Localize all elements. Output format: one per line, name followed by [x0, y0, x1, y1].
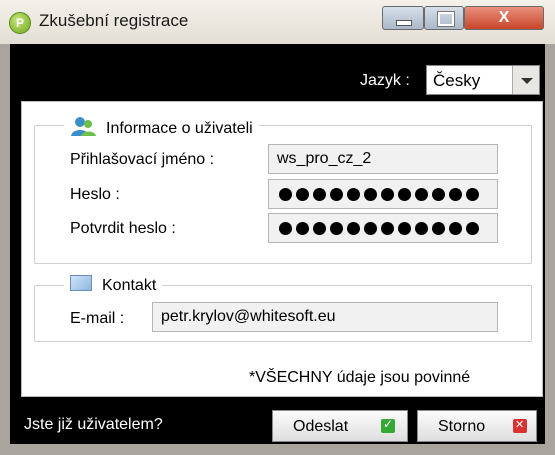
password-dot [313, 188, 326, 202]
login-value: ws_pro_cz_2 [277, 150, 372, 167]
user-icon [71, 117, 96, 136]
login-input[interactable]: ws_pro_cz_2 [268, 144, 498, 174]
confirm-password-label: Potvrdit heslo : [70, 220, 176, 237]
password-dot [330, 188, 343, 202]
language-selected-value: Česky [433, 71, 481, 90]
close-button[interactable]: X [464, 6, 544, 30]
password-dot [296, 222, 309, 236]
password-dot [449, 222, 462, 236]
language-label: Jazyk : [360, 72, 410, 89]
password-dot [432, 222, 445, 236]
password-mask [279, 186, 483, 204]
password-dot [449, 188, 462, 202]
user-info-title: Informace o uživateli [106, 120, 253, 137]
language-select[interactable]: Česky [426, 65, 540, 95]
password-dot [398, 188, 411, 202]
user-info-legend: Informace o uživateli [64, 115, 259, 138]
password-dot [415, 188, 428, 202]
title-bar[interactable]: P Zkušební registrace X [0, 0, 555, 44]
password-dot [415, 222, 428, 236]
contact-legend: Kontakt [64, 275, 163, 295]
password-label: Heslo : [70, 186, 120, 203]
send-button[interactable]: Odeslat [272, 410, 408, 442]
password-dot [364, 188, 377, 202]
email-value: petr.krylov@whitesoft.eu [161, 308, 336, 325]
password-dot [279, 188, 292, 202]
password-dot [347, 188, 360, 202]
check-icon [381, 417, 395, 433]
password-dot [313, 222, 326, 236]
password-dot [466, 222, 479, 236]
send-button-label: Odeslat [293, 418, 349, 435]
password-dot [466, 188, 479, 202]
confirm-password-input[interactable] [268, 213, 498, 243]
close-icon: X [498, 9, 510, 26]
registration-window: P Zkušební registrace X Jazyk : Česky In… [0, 0, 555, 455]
password-dot [279, 222, 292, 236]
password-dot [381, 222, 394, 236]
contact-title: Kontakt [102, 277, 157, 294]
maximize-icon [437, 11, 455, 27]
password-dot [347, 222, 360, 236]
email-label: E-mail : [70, 310, 125, 327]
required-note: *VŠECHNY údaje jsou povinné [249, 369, 471, 386]
password-input[interactable] [268, 179, 498, 209]
password-dot [432, 188, 445, 202]
cancel-button[interactable]: Storno [417, 410, 537, 442]
cancel-button-label: Storno [438, 418, 486, 435]
login-label: Přihlašovací jméno : [70, 151, 215, 168]
mail-icon [70, 275, 92, 291]
password-dot [330, 222, 343, 236]
password-dot [398, 222, 411, 236]
email-input[interactable]: petr.krylov@whitesoft.eu [152, 302, 498, 332]
password-dot [364, 222, 377, 236]
minimize-button[interactable] [382, 6, 424, 30]
window-title: Zkušební registrace [39, 11, 189, 30]
password-dot [296, 188, 309, 202]
password-dot [381, 188, 394, 202]
chevron-down-icon[interactable] [512, 66, 539, 94]
confirm-password-mask [279, 220, 483, 238]
app-logo-icon: P [9, 12, 31, 34]
already-user-link[interactable]: Jste již uživatelem? [24, 416, 163, 434]
minimize-icon [396, 20, 412, 26]
close-icon [513, 418, 527, 433]
maximize-button[interactable] [424, 6, 464, 30]
